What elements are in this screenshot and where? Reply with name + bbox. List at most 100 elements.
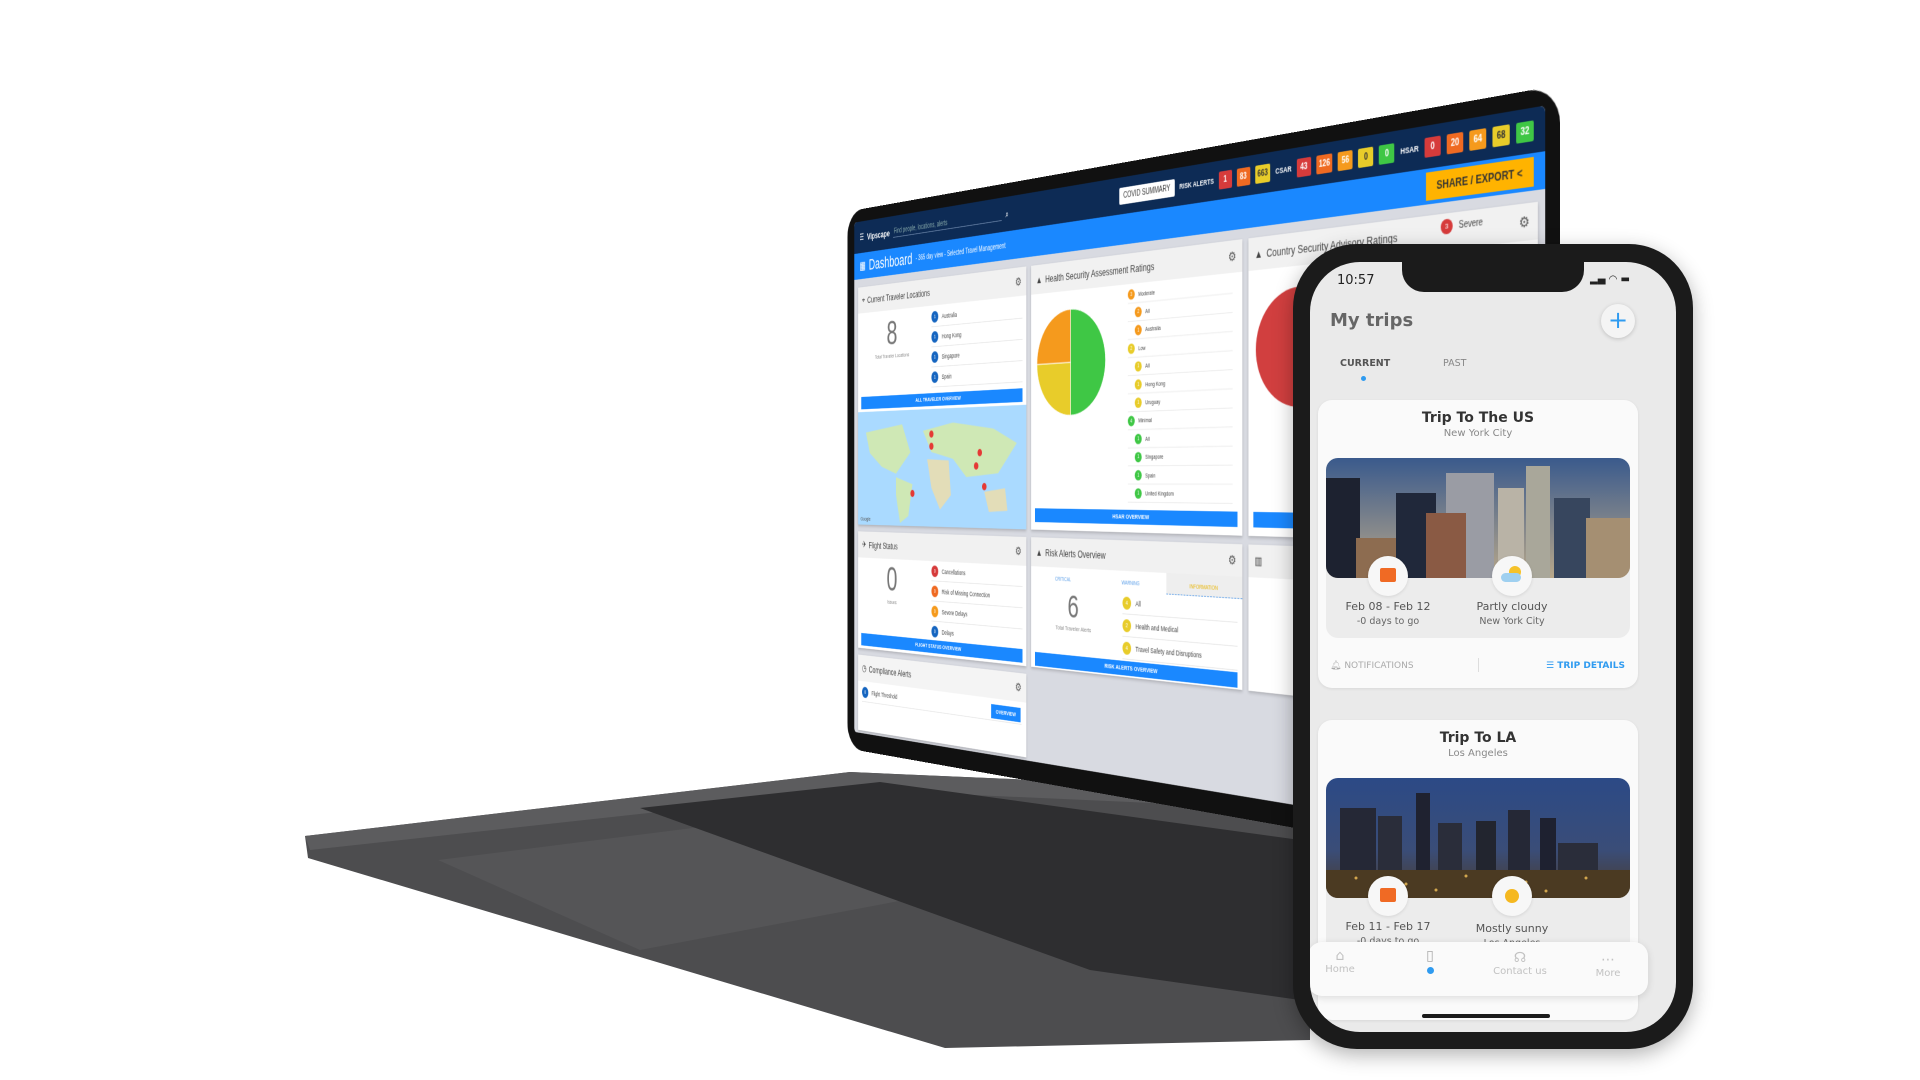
search-icon[interactable]: ⌕: [1005, 208, 1008, 220]
count-badge: 1: [1134, 451, 1142, 463]
item-label: All: [1135, 599, 1141, 608]
hsar-label: HSAR: [1400, 143, 1419, 157]
list-item[interactable]: 1 Singapore: [1127, 446, 1233, 467]
menu-icon[interactable]: ☰: [860, 232, 864, 242]
hsar-badge[interactable]: 64: [1469, 127, 1487, 151]
count-badge: 1: [931, 350, 939, 363]
list-item[interactable]: 1 All: [1127, 427, 1233, 449]
pie-slice-minimal[interactable]: [1071, 306, 1106, 416]
world-map[interactable]: Google: [858, 404, 1027, 530]
active-tab-indicator: [1361, 376, 1366, 381]
tab-critical[interactable]: CRITICAL: [1031, 566, 1096, 590]
status-icons: ▂▄ ◠ ▬: [1590, 274, 1630, 285]
hsar-badge[interactable]: 0: [1424, 135, 1441, 158]
covid-summary-button[interactable]: COVID SUMMARY: [1119, 178, 1175, 205]
tab-trips[interactable]: ▯: [1390, 948, 1470, 974]
trip-image: [1326, 778, 1630, 898]
tab-warning[interactable]: WARNING: [1096, 569, 1166, 594]
list-item[interactable]: 1 Spain: [1127, 465, 1233, 485]
item-label: Travel Safety and Disruptions: [1135, 644, 1202, 660]
tab-home[interactable]: ⌂ Home: [1310, 948, 1380, 975]
risk-badge[interactable]: 663: [1254, 162, 1271, 184]
partly-cloudy-icon: [1492, 556, 1532, 596]
item-label: Severe Delays: [941, 608, 968, 618]
tab-label: Home: [1325, 964, 1355, 975]
gear-icon[interactable]: ⚙: [1228, 552, 1236, 568]
trip-image: [1326, 458, 1630, 578]
tab-more[interactable]: ⋯ More: [1568, 952, 1648, 979]
item-label: All: [1145, 307, 1150, 315]
csar-badge[interactable]: 43: [1296, 156, 1312, 178]
item-label: Health and Medical: [1135, 621, 1179, 634]
csar-badge[interactable]: 126: [1316, 152, 1333, 175]
count-badge: 1: [1134, 469, 1142, 481]
count-badge: 2: [1127, 342, 1135, 354]
count-badge: 4: [1127, 415, 1135, 427]
phone: 10:57 ▂▄ ◠ ▬ My trips + CURRENT PAST Tri…: [1293, 244, 1693, 1049]
home-icon: ⌂: [1335, 948, 1345, 964]
trip-city: Los Angeles: [1448, 748, 1508, 759]
hsar-badge[interactable]: 32: [1516, 119, 1534, 144]
clock-icon: ◷: [862, 662, 867, 674]
logo[interactable]: Vipscape: [867, 227, 890, 241]
risk-badge[interactable]: 1: [1218, 169, 1232, 190]
tab-past[interactable]: PAST: [1443, 358, 1466, 369]
bell-icon: 🔔︎: [1330, 661, 1342, 671]
csar-badge[interactable]: 56: [1337, 149, 1353, 171]
trip-countdown: -0 days to go: [1356, 616, 1420, 627]
trip-title: Trip To The US: [1421, 410, 1535, 426]
count-badge: 2: [1122, 618, 1132, 633]
item-label: Spain: [941, 372, 952, 381]
add-trip-button[interactable]: +: [1601, 304, 1635, 338]
card-title: Compliance Alerts: [868, 663, 912, 680]
risk-alerts-card: ▲ Risk Alerts Overview ⚙ CRITICAL WARNING …: [1031, 537, 1243, 691]
gear-icon[interactable]: ⚙: [1015, 544, 1021, 558]
item-label: Hong Kong: [1145, 379, 1166, 388]
csar-badge[interactable]: 0: [1379, 142, 1395, 165]
traveler-locations-card: ⌖ Current Traveler Locations ⚙ 8 Total Tra…: [858, 266, 1027, 530]
headset-icon: ☊: [1513, 950, 1527, 966]
risk-alerts-label: RISK ALERTS: [1179, 176, 1214, 191]
status-time: 10:57: [1337, 273, 1375, 288]
csar-badge[interactable]: 0: [1358, 146, 1374, 168]
count-badge: 1: [931, 310, 939, 323]
item-label: All: [1145, 435, 1150, 442]
card-title: Flight Status: [868, 539, 898, 552]
pie-slice-low[interactable]: [1037, 362, 1071, 416]
item-label: United Kingdom: [1145, 489, 1174, 497]
list-item[interactable]: 1 United Kingdom: [1127, 484, 1233, 504]
hsar-badge[interactable]: 20: [1446, 131, 1464, 155]
luggage-icon: ▯: [1426, 948, 1434, 964]
item-label: Australia: [1145, 324, 1161, 333]
count-badge: 1: [1134, 397, 1142, 408]
count-badge: 4: [1122, 596, 1132, 610]
risk-badge[interactable]: 83: [1236, 166, 1251, 187]
count-badge: 0: [931, 605, 939, 618]
notch: [1402, 262, 1584, 292]
item-label: Cancellations: [941, 567, 966, 577]
tab-contact-us[interactable]: ☊ Contact us: [1480, 950, 1560, 977]
item-label: All: [1145, 362, 1150, 369]
signal-icon: ▂▄: [1590, 274, 1606, 285]
notifications-button[interactable]: 🔔︎ NOTIFICATIONS: [1330, 661, 1414, 671]
gear-icon[interactable]: ⚙: [1015, 680, 1021, 695]
sun-icon: [1492, 876, 1532, 916]
trip-city: New York City: [1443, 428, 1513, 439]
count-badge: 0: [931, 625, 939, 638]
gear-icon[interactable]: ⚙: [1228, 248, 1236, 264]
gear-icon[interactable]: ⚙: [1519, 213, 1530, 232]
page-subtitle: - 365 day view - Selected Travel Managem…: [915, 241, 1006, 263]
trip-card[interactable]: Trip To The US New York City Feb 08 - Fe…: [1318, 400, 1638, 688]
pie-slice-moderate[interactable]: [1037, 309, 1071, 364]
item-label[interactable]: Flight Threshold: [871, 690, 897, 701]
item-label: Singapore: [1145, 453, 1164, 460]
tab-current[interactable]: CURRENT: [1340, 358, 1390, 369]
hsar-overview-button[interactable]: HSAR OVERVIEW: [1034, 508, 1238, 528]
item-label[interactable]: Severe: [1459, 217, 1483, 230]
page-title: My trips: [1330, 310, 1414, 331]
more-icon: ⋯: [1601, 952, 1615, 968]
warning-icon: ▲: [1035, 546, 1043, 558]
trip-details-button[interactable]: ☰ TRIP DETAILS: [1546, 661, 1625, 671]
gear-icon[interactable]: ⚙: [1015, 275, 1021, 289]
hsar-badge[interactable]: 68: [1492, 123, 1510, 147]
